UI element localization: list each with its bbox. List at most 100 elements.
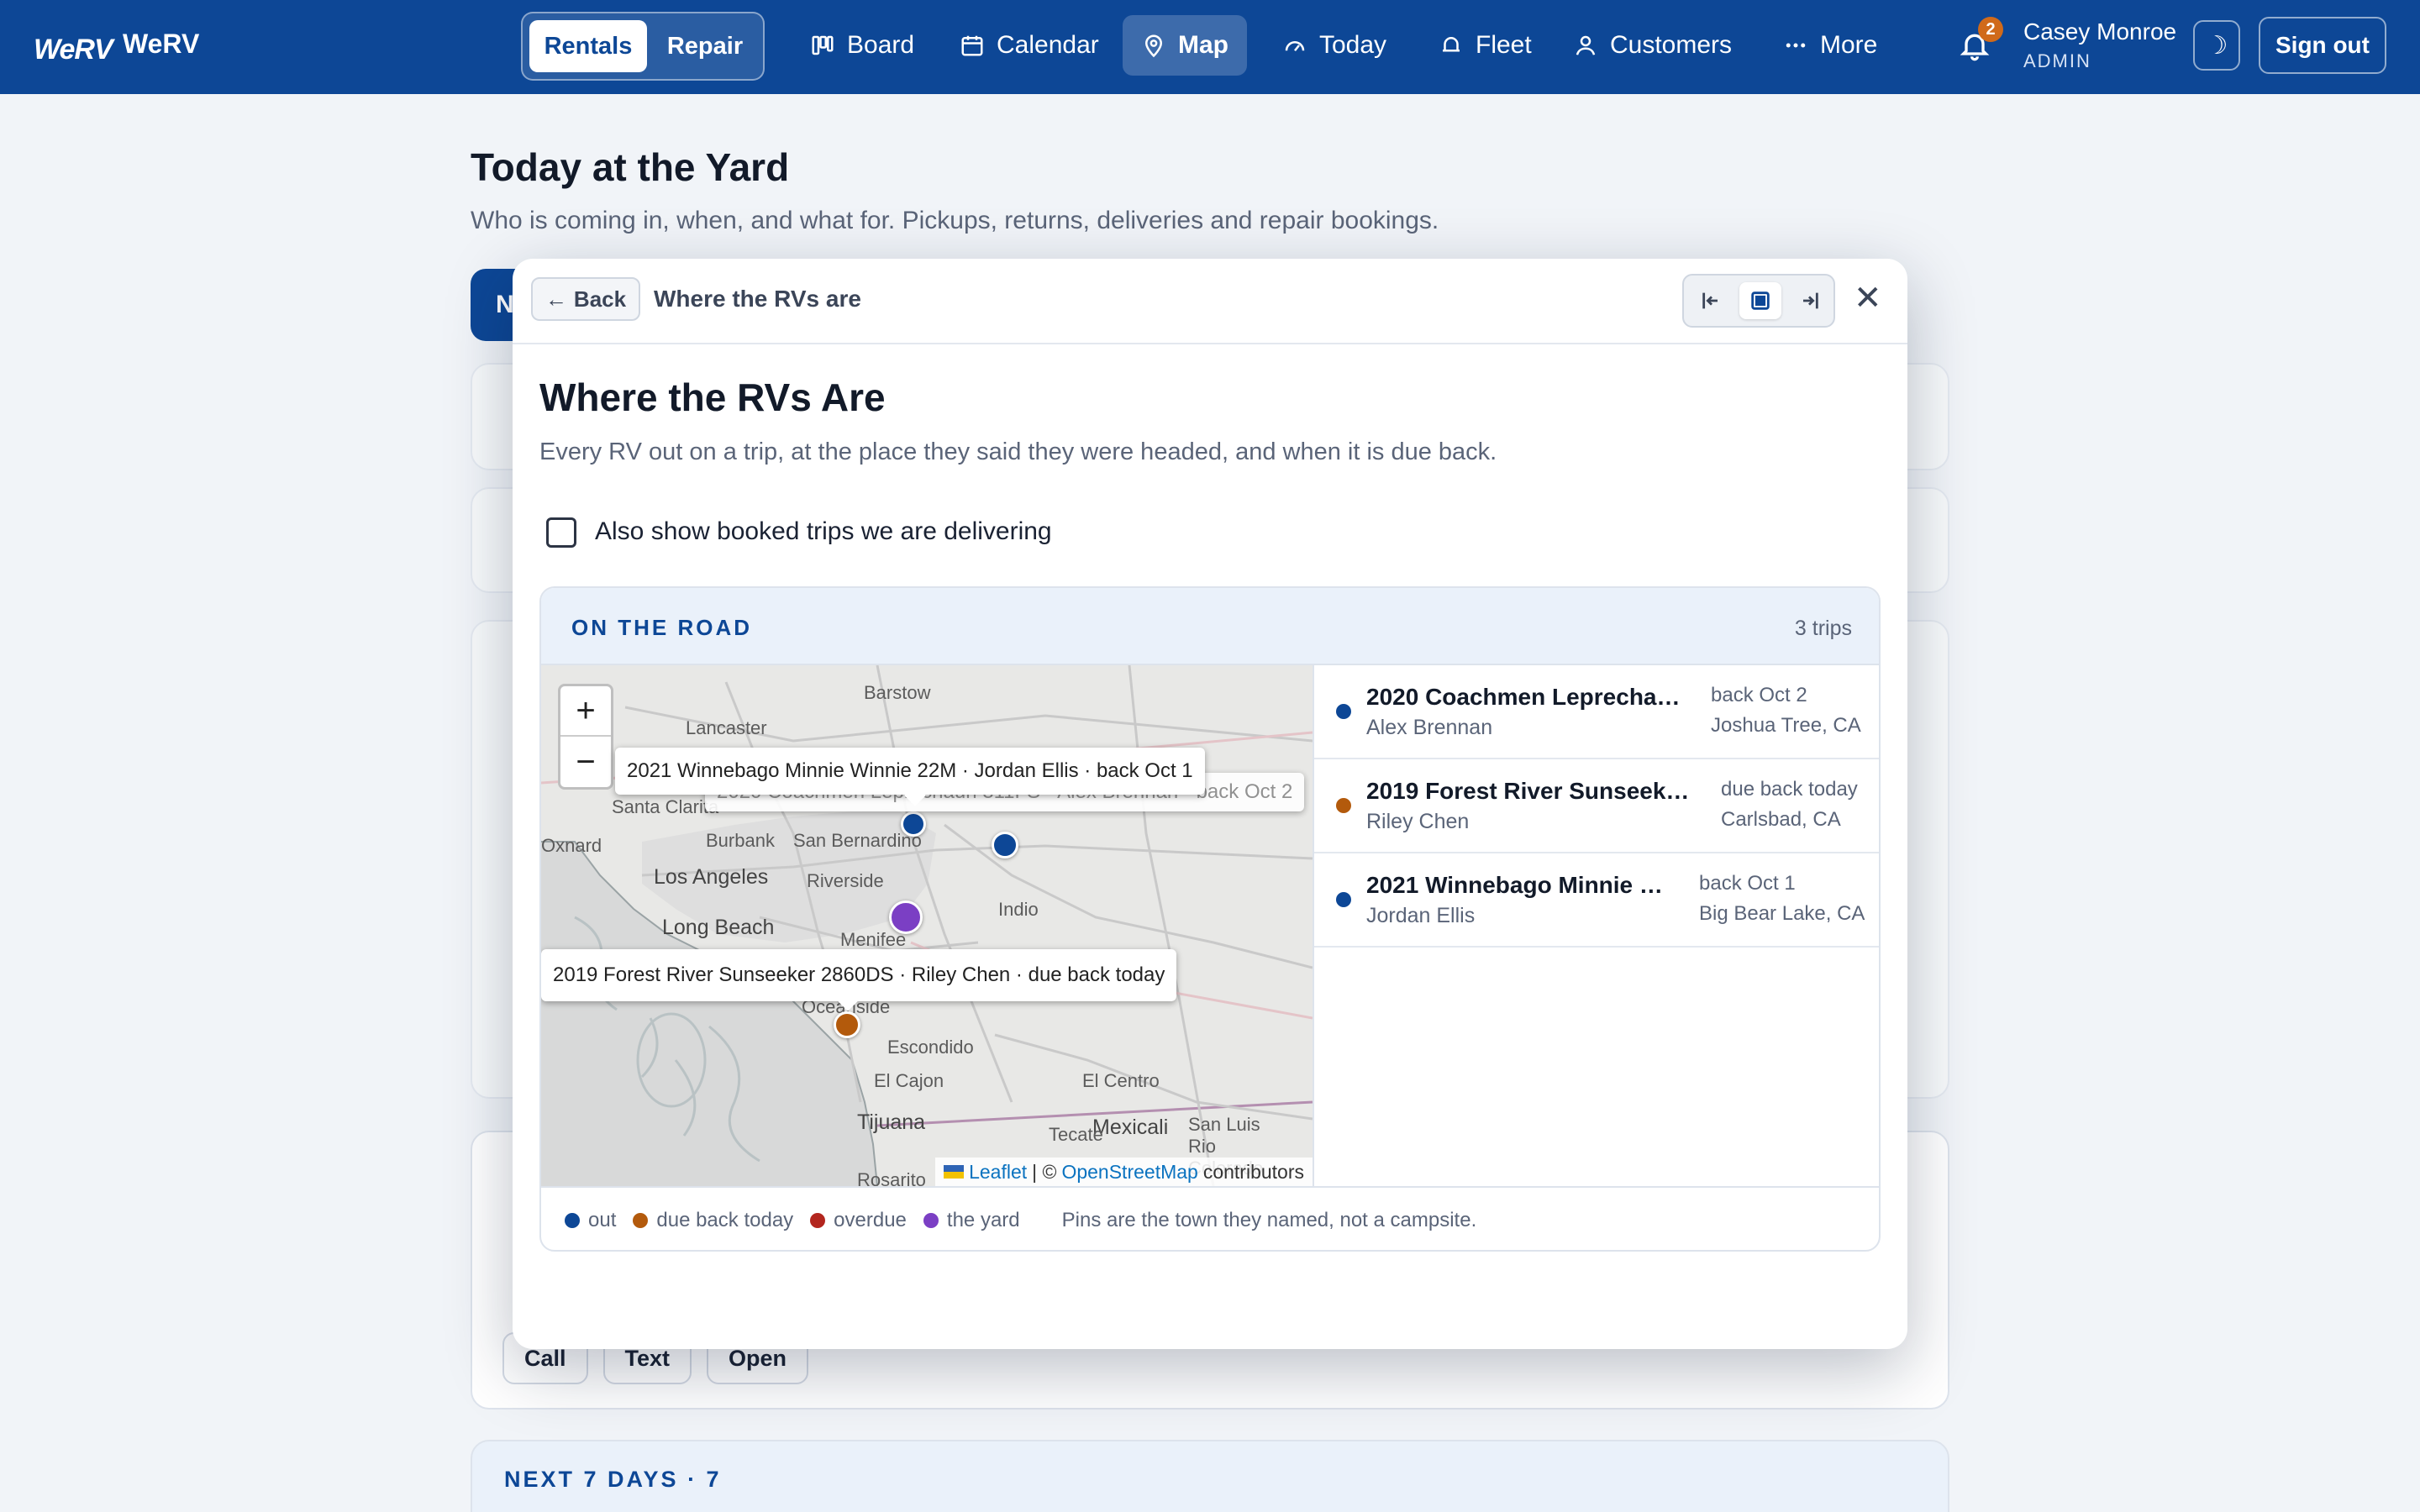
map-label-oxnard: Oxnard	[541, 835, 602, 856]
zoom-in-button[interactable]: +	[560, 686, 611, 737]
nav-more[interactable]: More	[1765, 15, 1896, 76]
nav-customers-label: Customers	[1610, 31, 1733, 59]
map-label-burbank: Burbank	[706, 830, 775, 851]
map-label-lancaster: Lancaster	[686, 717, 767, 738]
nav-customers[interactable]: Customers	[1555, 15, 1750, 76]
page-title: Today at the Yard	[471, 145, 790, 189]
pin-joshua-tree[interactable]	[992, 832, 1018, 858]
map-label-santa-clarita: Santa Clarita	[612, 796, 719, 817]
map-label-indio: Indio	[998, 899, 1039, 920]
leaflet-link[interactable]: Leaflet	[969, 1161, 1027, 1184]
werv-logo[interactable]: WeRV	[34, 34, 113, 66]
dock-right-button[interactable]	[1788, 282, 1830, 319]
trip-rv-name: 2021 Winnebago Minnie Winnie 22M	[1366, 872, 1674, 898]
trip-row[interactable]: 2021 Winnebago Minnie Winnie 22M Jordan …	[1314, 853, 1879, 948]
legend-yard: the yard	[923, 1209, 1020, 1232]
trip-rv-name: 2019 Forest River Sunseeker 2860DS	[1366, 778, 1699, 804]
on-the-road-title: ON THE ROAD	[571, 615, 752, 640]
legend-label: the yard	[946, 1209, 1020, 1231]
legend-dot	[565, 1213, 580, 1228]
board-icon	[812, 35, 834, 55]
repair-mode-button[interactable]: Repair	[650, 20, 760, 72]
trip-list: 2020 Coachmen Leprechaun 311FS Alex Bren…	[1313, 665, 1879, 1186]
moon-icon: ☽	[2205, 31, 2228, 60]
map-terrain	[541, 665, 1313, 1186]
status-dot-out	[1336, 704, 1351, 719]
legend-out: out	[565, 1209, 616, 1232]
on-the-road-panel: ON THE ROAD 3 trips Barstow Lancaster Sa…	[539, 586, 1881, 1252]
trip-destination: Joshua Tree, CA	[1711, 714, 1861, 737]
map-pin-icon	[1144, 34, 1163, 58]
theme-toggle-button[interactable]: ☽	[2193, 20, 2240, 71]
modal-title: Where the RVs Are	[539, 375, 886, 419]
legend-label: out	[588, 1209, 617, 1231]
dock-right-icon	[1803, 292, 1818, 309]
legend-due-today: due back today	[633, 1209, 793, 1232]
modal-subtitle: Every RV out on a trip, at the place the…	[539, 438, 1497, 465]
calendar-icon	[961, 35, 983, 56]
rentals-mode-button[interactable]: Rentals	[529, 20, 647, 72]
trip-customer: Jordan Ellis	[1366, 904, 1476, 927]
map-label-tecate: Tecate	[1049, 1124, 1103, 1145]
map-label-el-cajon: El Cajon	[874, 1070, 944, 1091]
arrow-left-icon: ←	[544, 286, 567, 312]
trip-due-back: back Oct 1	[1699, 872, 1796, 895]
map-label-menifee: Menifee	[840, 929, 907, 950]
nav-board-label: Board	[847, 31, 915, 59]
trip-row[interactable]: 2019 Forest River Sunseeker 2860DS Riley…	[1314, 759, 1879, 853]
close-icon[interactable]: ✕	[1854, 279, 1882, 318]
status-dot-due	[1336, 798, 1351, 813]
nav-calendar-label: Calendar	[997, 31, 1099, 59]
openstreetmap-link[interactable]: OpenStreetMap	[1061, 1161, 1197, 1184]
legend-note: Pins are the town they named, not a camp…	[1061, 1209, 1477, 1231]
map-label-barstow: Barstow	[864, 682, 931, 703]
trip-count: 3 trips	[1794, 617, 1852, 640]
panel-dock-controls	[1682, 274, 1835, 328]
legend-label: overdue	[834, 1209, 907, 1231]
pin-carlsbad[interactable]	[834, 1011, 860, 1038]
sign-out-button[interactable]: Sign out	[2259, 17, 2386, 74]
mode-switch: Rentals Repair	[521, 12, 765, 81]
zoom-out-button[interactable]: −	[560, 737, 611, 787]
nav-today-label: Today	[1319, 31, 1387, 59]
attribution-contributors: contributors	[1202, 1160, 1304, 1183]
nav-map[interactable]: Map	[1123, 15, 1247, 76]
nav-more-label: More	[1820, 31, 1878, 59]
dock-left-button[interactable]	[1691, 282, 1733, 319]
notification-count-badge: 2	[1978, 17, 2003, 42]
nav-fleet[interactable]: Fleet	[1420, 15, 1550, 76]
show-delivering-label[interactable]: Also show booked trips we are delivering	[595, 517, 1052, 546]
legend-overdue: overdue	[810, 1209, 907, 1232]
trip-rv-name: 2020 Coachmen Leprechaun 311FS	[1366, 684, 1686, 710]
top-nav-bar: WeRV WeRV Rentals Repair Board Calendar …	[0, 0, 2420, 94]
trip-row[interactable]: 2020 Coachmen Leprechaun 311FS Alex Bren…	[1314, 665, 1879, 759]
legend-dot	[923, 1213, 939, 1228]
trip-due-back: due back today	[1721, 778, 1858, 801]
back-button-label: Back	[573, 286, 627, 312]
back-button[interactable]: ← Back	[531, 277, 640, 321]
legend-label: due back today	[656, 1209, 794, 1231]
rv-icon	[1443, 37, 1460, 52]
map-tooltip-winnebago: 2021 Winnebago Minnie Winnie 22M · Jorda…	[615, 748, 1205, 795]
show-delivering-checkbox[interactable]	[546, 517, 576, 548]
legend-dot	[633, 1213, 649, 1228]
pin-the-yard[interactable]	[889, 900, 923, 934]
nav-today[interactable]: Today	[1264, 15, 1405, 76]
trip-customer: Riley Chen	[1366, 810, 1470, 833]
map-label-rosarito: Rosarito	[857, 1169, 926, 1186]
user-role: ADMIN	[2023, 50, 2091, 71]
dock-center-button[interactable]	[1739, 282, 1781, 319]
nav-fleet-label: Fleet	[1476, 31, 1532, 59]
dock-center-icon	[1751, 291, 1770, 310]
gauge-icon	[1285, 41, 1305, 52]
map-label-tijuana: Tijuana	[857, 1110, 926, 1134]
map-label-mexicali: Mexicali	[1092, 1116, 1169, 1139]
dock-left-icon	[1702, 292, 1718, 309]
nav-calendar[interactable]: Calendar	[941, 15, 1118, 76]
map-label-long-beach: Long Beach	[662, 916, 775, 939]
nav-board[interactable]: Board	[792, 15, 933, 76]
pin-big-bear-lake[interactable]	[901, 811, 926, 837]
next-7-days-heading: NEXT 7 DAYS · 7	[504, 1467, 722, 1492]
map-zoom-controls: + −	[558, 684, 613, 790]
rv-map[interactable]: Barstow Lancaster Santa Clarita Oxnard B…	[541, 665, 1313, 1186]
